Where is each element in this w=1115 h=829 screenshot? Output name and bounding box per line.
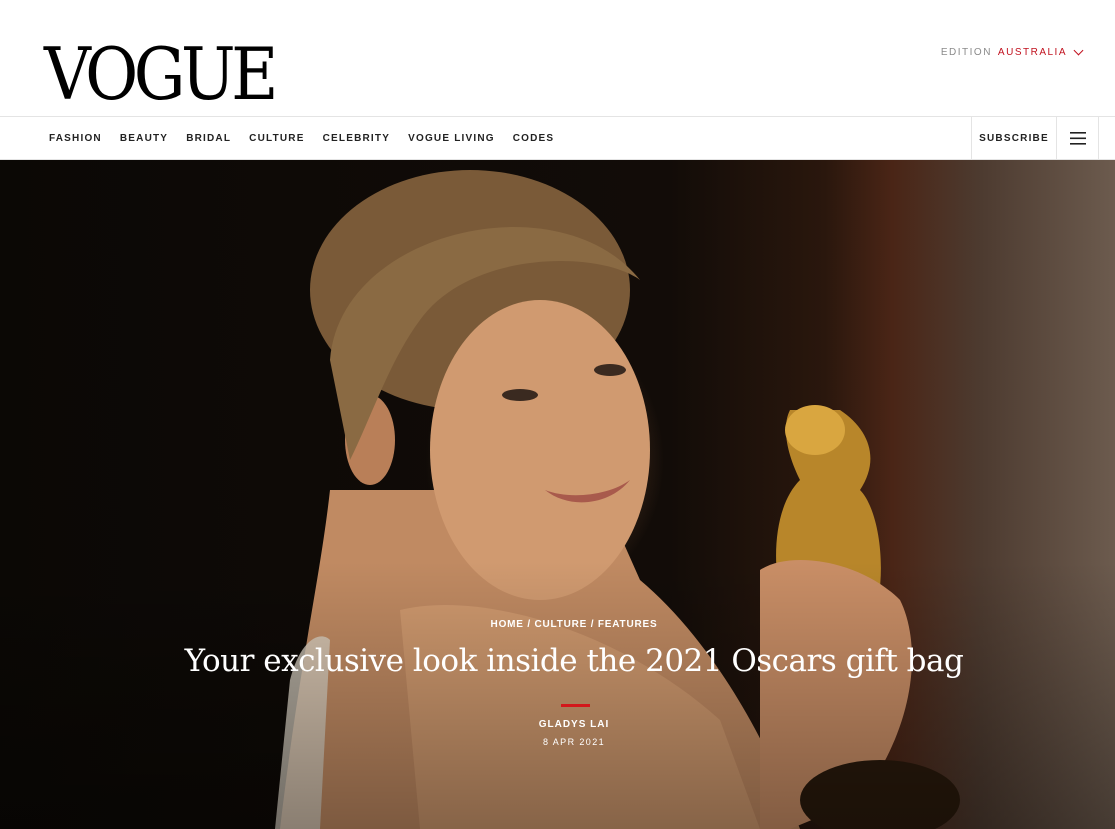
- nav-item-vogue-living[interactable]: VOGUE LIVING: [408, 133, 495, 144]
- breadcrumb-separator: /: [523, 619, 535, 630]
- nav-item-fashion[interactable]: FASHION: [49, 133, 102, 144]
- nav-item-codes[interactable]: CODES: [513, 133, 555, 144]
- author-link[interactable]: GLADYS LAI: [0, 719, 1115, 730]
- breadcrumb-home[interactable]: HOME: [491, 619, 524, 630]
- subscribe-button[interactable]: SUBSCRIBE: [971, 117, 1057, 159]
- article-headline: Your exclusive look inside the 2021 Osca…: [184, 643, 964, 679]
- breadcrumb-separator: /: [587, 619, 598, 630]
- edition-selector[interactable]: EDITION AUSTRALIA: [940, 45, 1084, 58]
- main-nav: FASHION BEAUTY BRIDAL CULTURE CELEBRITY …: [0, 116, 1115, 160]
- accent-rule: [561, 704, 590, 707]
- breadcrumb-culture[interactable]: CULTURE: [535, 619, 588, 630]
- edition-value[interactable]: AUSTRALIA: [998, 47, 1067, 58]
- hamburger-menu-icon: [1069, 131, 1086, 145]
- masthead: VOGUE EDITION AUSTRALIA: [0, 0, 1115, 117]
- chevron-down-icon[interactable]: [1073, 45, 1084, 56]
- nav-item-celebrity[interactable]: CELEBRITY: [323, 133, 390, 144]
- vogue-logo[interactable]: VOGUE: [44, 34, 278, 114]
- nav-list: FASHION BEAUTY BRIDAL CULTURE CELEBRITY …: [49, 117, 554, 159]
- menu-button[interactable]: [1057, 117, 1099, 159]
- hero-section: HOME / CULTURE / FEATURES Your exclusive…: [0, 160, 1115, 829]
- breadcrumb-features[interactable]: FEATURES: [598, 619, 658, 630]
- nav-item-beauty[interactable]: BEAUTY: [120, 133, 168, 144]
- breadcrumb: HOME / CULTURE / FEATURES: [0, 619, 1115, 630]
- publish-date: 8 APR 2021: [542, 737, 606, 747]
- nav-item-bridal[interactable]: BRIDAL: [186, 133, 231, 144]
- edition-label: EDITION: [940, 47, 992, 58]
- nav-item-culture[interactable]: CULTURE: [249, 133, 304, 144]
